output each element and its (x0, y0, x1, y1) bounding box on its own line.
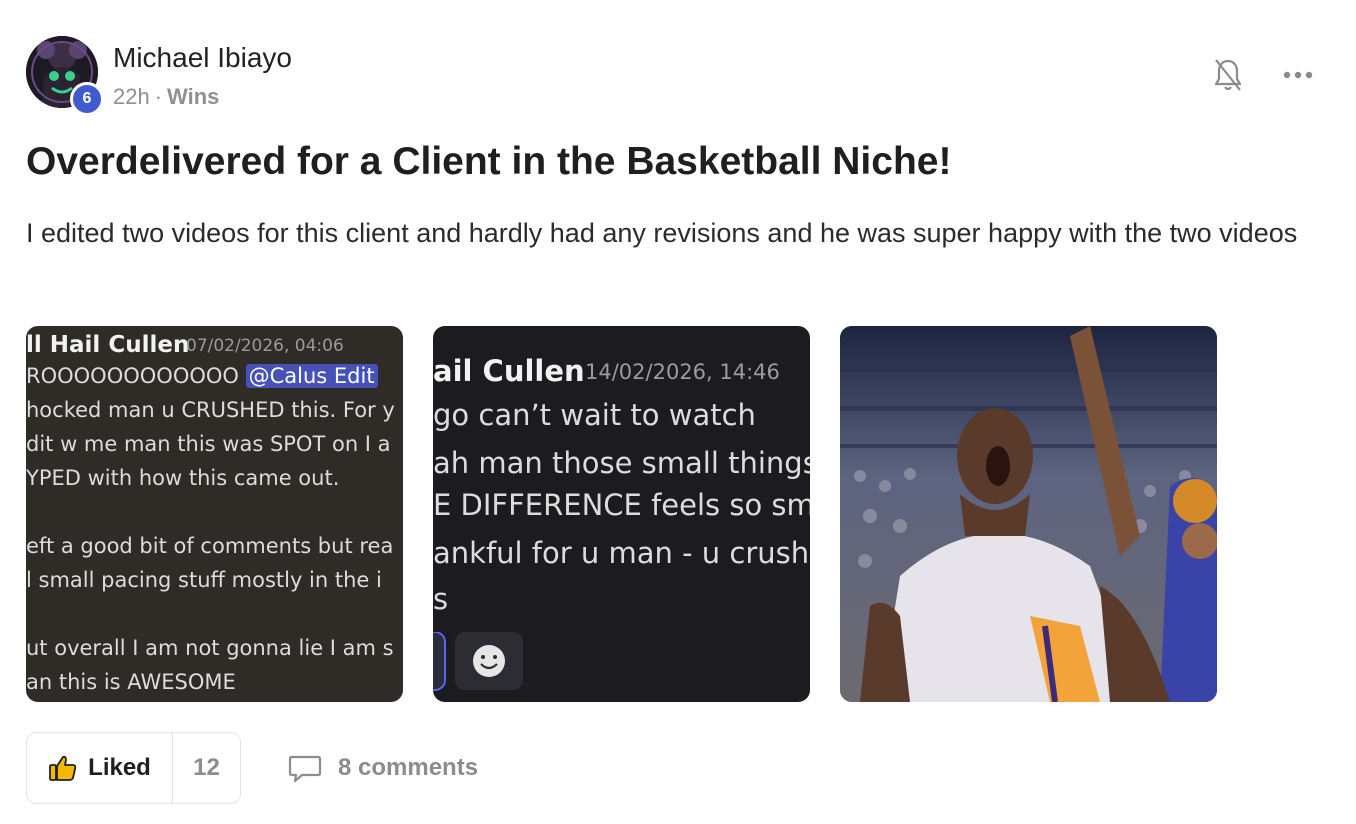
avatar[interactable]: 6 (26, 36, 104, 116)
chat-line: YPED with how this came out. (26, 466, 340, 490)
post-category[interactable]: Wins (167, 84, 219, 109)
chat-timestamp: 07/02/2026, 04:06 (186, 336, 344, 356)
chat-line: ut overall I am not gonna lie I am s (26, 636, 394, 660)
chat-line: s (433, 582, 449, 616)
bell-icon[interactable] (1212, 56, 1244, 94)
chat-input-controls (433, 632, 523, 691)
author-name[interactable]: Michael Ibiayo (113, 42, 292, 74)
chat-timestamp: 14/02/2026, 14:46 (585, 360, 780, 384)
attachment-image-1[interactable]: ll Hail Cullen 07/02/2026, 04:06 ROOOOOO… (26, 326, 403, 702)
chat-line-text: ROOOOOOOOOOOO (26, 364, 246, 388)
comment-icon (288, 755, 322, 783)
image-gallery: ll Hail Cullen 07/02/2026, 04:06 ROOOOOO… (26, 326, 1226, 702)
more-icon[interactable] (1282, 62, 1314, 88)
chat-line: go can’t wait to watch (433, 398, 756, 432)
post-time: 22h (113, 84, 150, 109)
chat-line: ROOOOOOOOOOOO @Calus Edit (26, 364, 378, 388)
chat-mention: @Calus Edit (245, 364, 378, 388)
chat-username: ll Hail Cullen (26, 332, 190, 358)
chat-line: dit w me man this was SPOT on I a (26, 432, 391, 456)
chat-line: ah man those small things m (433, 446, 810, 480)
chat-line: eft a good bit of comments but rea (26, 534, 394, 558)
like-label: Liked (88, 754, 151, 781)
like-count[interactable]: 12 (173, 733, 240, 803)
post-header: 6 Michael Ibiayo 22h · Wins (26, 36, 1326, 116)
meta-separator: · (154, 84, 163, 109)
attachment-image-3[interactable] (840, 326, 1217, 702)
like-control: Liked 12 (26, 732, 241, 804)
attachment-image-2[interactable]: ail Cullen 14/02/2026, 14:46 go can’t wa… (433, 326, 810, 702)
comments-button[interactable]: 8 comments (288, 732, 478, 804)
celebration-photo (840, 326, 1217, 702)
comments-label: 8 comments (338, 754, 479, 781)
chat-line: ankful for u man - u crushe (433, 536, 810, 570)
post-actions: Liked 12 8 comments (26, 732, 626, 804)
chat-line: an this is AWESOME (26, 670, 236, 694)
chat-line: E DIFFERENCE feels so sm (433, 488, 810, 522)
thumbs-up-icon (49, 755, 77, 781)
chat-line: hocked man u CRUSHED this. For y (26, 398, 395, 422)
chat-line: l small pacing stuff mostly in the i (26, 568, 382, 592)
post-title[interactable]: Overdelivered for a Client in the Basket… (26, 140, 1326, 184)
post-body: I edited two videos for this client and … (26, 218, 1298, 248)
chat-username: ail Cullen (433, 354, 585, 388)
post-meta: 22h · Wins (113, 84, 219, 110)
level-badge: 6 (70, 82, 104, 116)
like-button[interactable]: Liked (27, 733, 173, 803)
